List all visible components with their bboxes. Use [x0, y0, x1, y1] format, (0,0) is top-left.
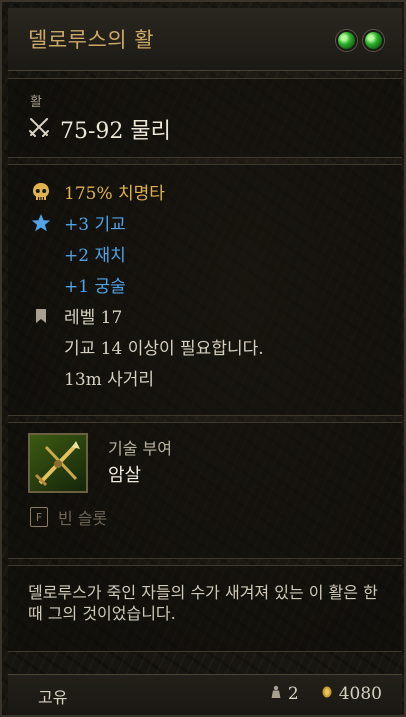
gold-value: 4080 — [338, 684, 382, 704]
stat-text: 13m 사거리 — [64, 370, 155, 390]
star-icon — [30, 212, 52, 234]
skill-section: 기술 부여 암살 F 빈 슬롯 — [8, 422, 402, 559]
stat-critical: 175% 치명타 — [30, 179, 165, 204]
damage-row: 75-92 물리 — [28, 113, 171, 145]
item-title: 델로루스의 활 — [28, 28, 155, 52]
item-description: 델로루스가 죽인 자들의 수가 새겨져 있는 이 활은 한때 그의 것이었습니다… — [28, 583, 378, 623]
stat-text: +2 재치 — [64, 246, 126, 266]
bookmark-icon — [30, 305, 52, 327]
crossed-swords-icon — [28, 116, 50, 142]
skull-icon — [30, 181, 52, 203]
rune-slots — [336, 30, 384, 51]
stat-text: +3 기교 — [64, 215, 126, 235]
stat-range: 13m 사거리 — [30, 365, 154, 390]
item-tooltip: 델로루스의 활 활 75-92 물리 175% 치명타 +3 기교 +2 재치 … — [0, 0, 406, 717]
weight-value: 2 — [287, 684, 299, 704]
tooltip-header: 델로루스의 활 — [8, 8, 402, 71]
stat-text: +1 궁술 — [64, 277, 126, 297]
empty-slot: F 빈 슬롯 — [30, 505, 107, 529]
stat-text: 기교 14 이상이 필요합니다. — [64, 339, 264, 359]
tooltip-footer: 고유 2 4080 — [8, 674, 402, 715]
weight-value-row: 2 4080 — [270, 684, 382, 704]
stat-wits: +2 재치 — [30, 241, 126, 266]
weapon-type: 활 — [30, 95, 42, 110]
stat-text: 175% 치명타 — [64, 184, 165, 204]
green-gem-icon — [363, 30, 384, 51]
skill-caption: 기술 부여 — [108, 439, 172, 458]
weight-icon — [270, 684, 282, 704]
stat-requirement: 기교 14 이상이 필요합니다. — [30, 334, 264, 359]
green-gem-icon — [336, 30, 357, 51]
weapon-damage-section: 활 75-92 물리 — [8, 78, 402, 158]
skill-name: 암살 — [108, 465, 142, 486]
rarity-label: 고유 — [38, 688, 68, 707]
coin-icon — [321, 684, 333, 704]
empty-slot-label: 빈 슬롯 — [58, 509, 108, 528]
empty-slot-icon: F — [30, 507, 48, 527]
crossbow-arrow-icon[interactable] — [28, 433, 88, 493]
description-section: 델로루스가 죽인 자들의 수가 새겨져 있는 이 활은 한때 그의 것이었습니다… — [8, 565, 402, 652]
stats-section: 175% 치명타 +3 기교 +2 재치 +1 궁술 레벨 17 기교 14 이… — [8, 164, 402, 416]
stat-archery: +1 궁술 — [30, 272, 126, 297]
stat-level: 레벨 17 — [30, 303, 122, 328]
damage-value: 75-92 물리 — [60, 119, 171, 144]
stat-text: 레벨 17 — [64, 308, 123, 328]
stat-finesse: +3 기교 — [30, 210, 126, 235]
